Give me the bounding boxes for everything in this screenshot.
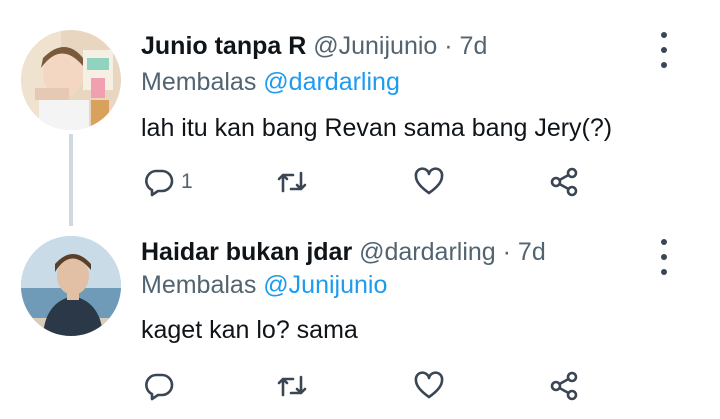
- heart-icon: [414, 167, 444, 195]
- user-handle[interactable]: @dardarling: [359, 238, 496, 266]
- display-name[interactable]: Junio tanpa R: [141, 32, 306, 60]
- like-button[interactable]: [413, 368, 445, 404]
- reply-icon: [145, 169, 174, 197]
- retweet-button[interactable]: [276, 368, 308, 404]
- tweet-text: kaget kan lo? sama: [141, 316, 358, 344]
- avatar[interactable]: [21, 30, 121, 130]
- share-button[interactable]: [548, 368, 580, 404]
- reply-mention[interactable]: @dardarling: [263, 68, 400, 96]
- reply-button[interactable]: [143, 368, 181, 404]
- share-icon: [550, 371, 578, 401]
- reply-count: 1: [181, 170, 193, 193]
- avatar-image: [21, 30, 121, 130]
- timestamp[interactable]: 7d: [518, 238, 546, 266]
- separator: ·: [444, 32, 453, 60]
- replying-to: Membalas @dardarling: [141, 67, 400, 97]
- reply-icon: [145, 373, 174, 401]
- reply-prefix: Membalas: [141, 271, 257, 299]
- reply-button[interactable]: 1: [143, 164, 193, 200]
- reply-mention[interactable]: @Junijunio: [263, 271, 387, 299]
- replying-to: Membalas @Junijunio: [141, 270, 387, 300]
- share-icon: [550, 167, 578, 197]
- avatar-image: [21, 236, 121, 336]
- user-handle[interactable]: @Junijunio: [313, 32, 437, 60]
- display-name[interactable]: Haidar bukan jdar: [141, 238, 352, 266]
- reply-thread: Junio tanpa R @Junijunio · 7d Membalas @…: [0, 0, 720, 419]
- retweet-button[interactable]: [276, 164, 308, 200]
- reply-prefix: Membalas: [141, 68, 257, 96]
- tweet-header: Junio tanpa R @Junijunio · 7d: [141, 31, 487, 61]
- like-button[interactable]: [413, 164, 445, 200]
- retweet-icon: [277, 171, 307, 193]
- avatar[interactable]: [21, 236, 121, 336]
- action-bar: [0, 368, 720, 404]
- timestamp[interactable]: 7d: [460, 32, 488, 60]
- heart-icon: [414, 371, 444, 399]
- retweet-icon: [277, 375, 307, 397]
- separator: ·: [502, 238, 511, 266]
- more-vertical-icon[interactable]: [652, 239, 676, 275]
- action-bar: 1: [0, 164, 720, 200]
- tweet-header: Haidar bukan jdar @dardarling · 7d: [141, 237, 546, 267]
- tweet-text: lah itu kan bang Revan sama bang Jery(?): [141, 114, 613, 142]
- share-button[interactable]: [548, 164, 580, 200]
- more-vertical-icon[interactable]: [652, 32, 676, 68]
